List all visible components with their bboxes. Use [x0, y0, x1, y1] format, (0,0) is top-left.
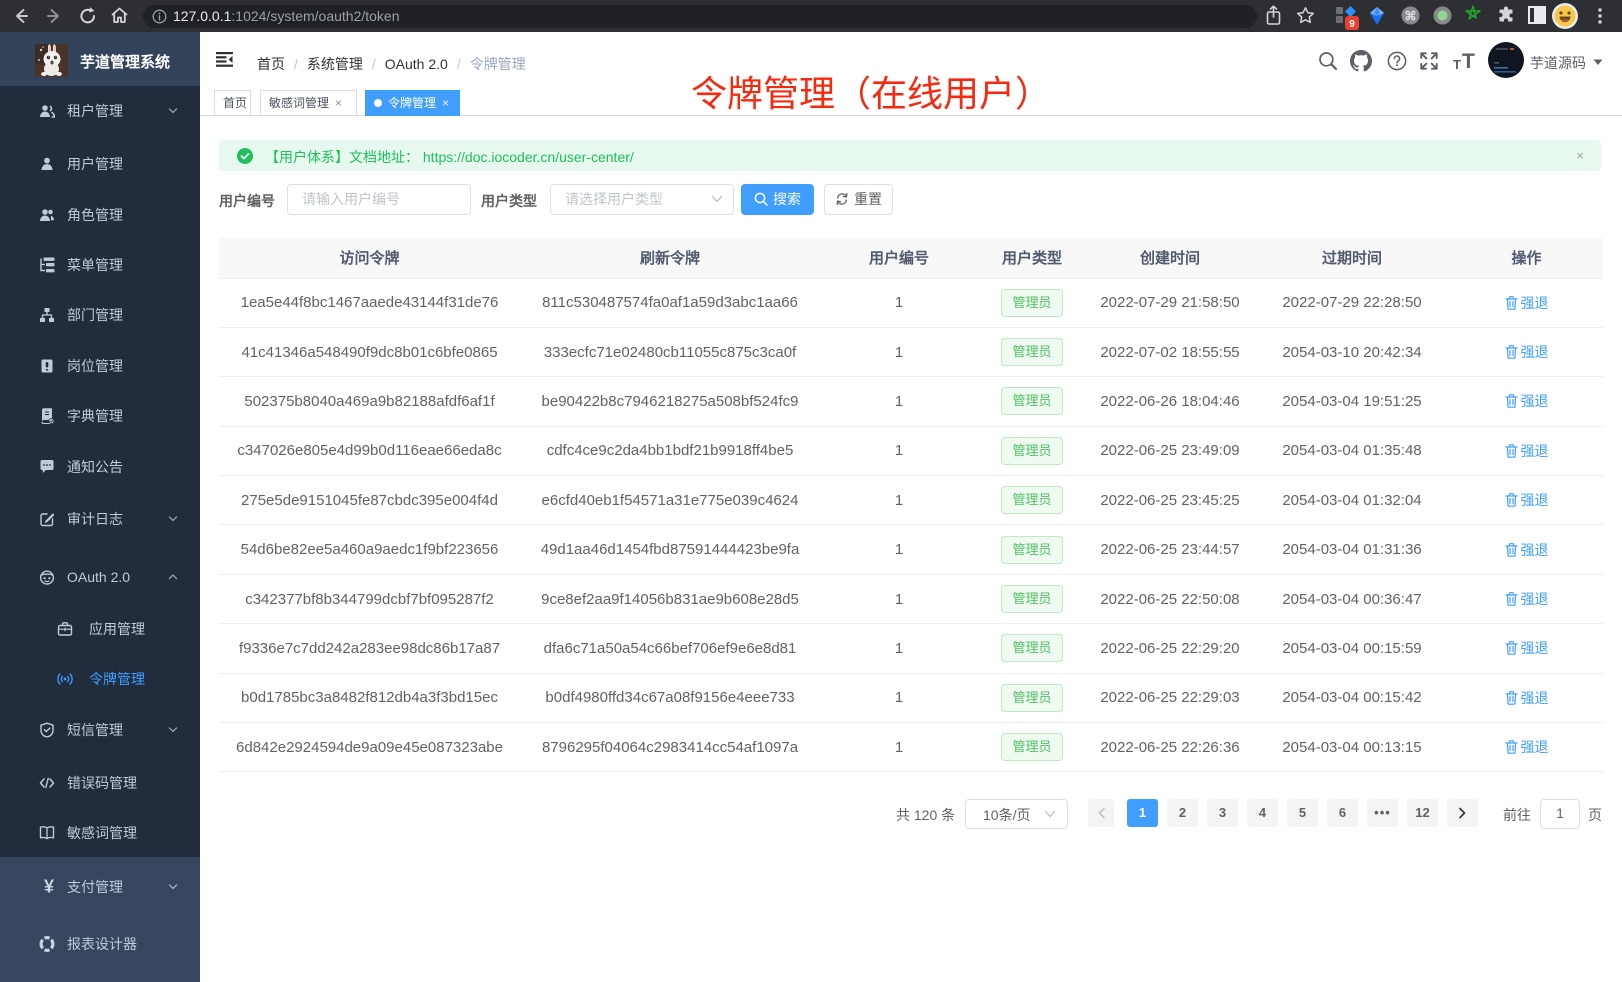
svg-text:9: 9	[1349, 19, 1355, 30]
